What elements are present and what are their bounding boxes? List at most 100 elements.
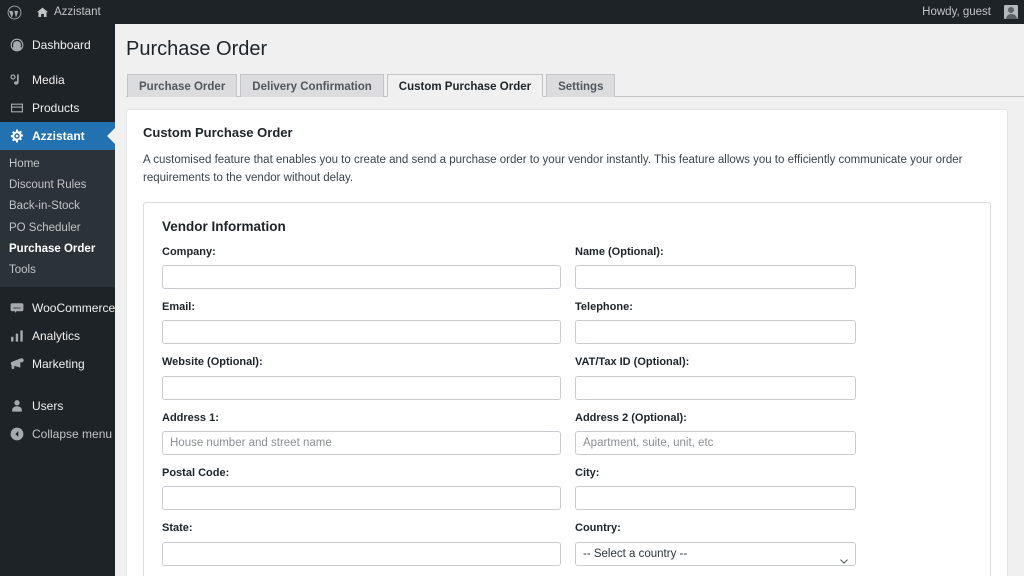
sidebar-item-products[interactable]: Products	[0, 94, 115, 122]
sidebar-item-woocommerce[interactable]: woo WooCommerce	[0, 294, 115, 322]
sidebar-submenu-azzistant: Home Discount Rules Back-in-Stock PO Sch…	[0, 150, 115, 288]
megaphone-icon	[9, 356, 25, 372]
sidebar-item-label: Azzistant	[32, 129, 85, 143]
address-1-label: Address 1:	[162, 411, 219, 424]
admin-bar: Azzistant Howdy, guest	[0, 0, 1024, 24]
svg-text:woo: woo	[13, 305, 21, 310]
name-label: Name (Optional):	[575, 245, 664, 258]
main-content-area: Purchase Order Purchase Order Delivery C…	[115, 24, 1024, 576]
page-title: Purchase Order	[126, 38, 268, 60]
wordpress-logo-icon	[7, 5, 22, 20]
postal-code-input[interactable]	[162, 486, 561, 511]
field-state: State:	[162, 521, 561, 566]
woocommerce-icon: woo	[9, 300, 25, 316]
site-name-menu-item[interactable]: Azzistant	[29, 0, 108, 24]
admin-sidebar-menu: Dashboard Media Products Azzistant Home …	[0, 24, 115, 576]
collapse-menu-button[interactable]: Collapse menu	[0, 420, 115, 448]
field-address-1: Address 1:	[162, 411, 561, 455]
sidebar-subitem-back-in-stock[interactable]: Back-in-Stock	[0, 196, 115, 217]
country-select-wrap: -- Select a country --	[575, 541, 856, 566]
media-icon	[9, 72, 25, 88]
admin-bar-right: Howdy, guest	[915, 0, 1024, 24]
postal-code-label: Postal Code:	[162, 467, 230, 479]
field-name: Name (Optional):	[575, 245, 972, 290]
analytics-bars-icon	[9, 328, 25, 344]
section-title: Vendor Information	[162, 218, 286, 234]
website-label: Website (Optional):	[162, 356, 263, 369]
sidebar-item-label: Media	[32, 73, 65, 87]
sidebar-item-label: Marketing	[32, 357, 85, 372]
sidebar-subitem-po-scheduler[interactable]: PO Scheduler	[0, 217, 115, 238]
dashboard-icon	[9, 37, 25, 53]
field-website: Website (Optional):	[162, 355, 561, 400]
country-select[interactable]: -- Select a country --	[575, 541, 856, 566]
sidebar-item-label: Dashboard	[32, 38, 91, 52]
address-2-label: Address 2 (Optional):	[575, 411, 687, 424]
tab-settings[interactable]: Settings	[546, 74, 616, 97]
collapse-arrow-icon	[9, 426, 25, 442]
website-input[interactable]	[162, 375, 561, 400]
city-label: City:	[575, 467, 600, 479]
avatar[interactable]	[1004, 5, 1018, 19]
field-address-2: Address 2 (Optional):	[575, 411, 972, 455]
howdy-label[interactable]: Howdy, guest	[915, 0, 998, 24]
sidebar-item-marketing[interactable]: Marketing	[0, 350, 115, 378]
address-1-input[interactable]	[162, 431, 561, 455]
name-input[interactable]	[575, 265, 856, 290]
collapse-menu-label: Collapse menu	[32, 427, 113, 442]
card-description: A customised feature that enables you to…	[143, 154, 963, 184]
sidebar-item-dashboard[interactable]: Dashboard	[0, 31, 115, 59]
wp-logo-menu-item[interactable]	[0, 0, 29, 24]
company-label: Company:	[162, 245, 216, 258]
vendor-information-fieldset: Vendor Information Company: Name (Option…	[143, 201, 991, 576]
field-telephone: Telephone:	[575, 300, 972, 345]
sidebar-item-label: Analytics	[32, 329, 81, 344]
products-icon	[9, 100, 25, 116]
email-label: Email:	[162, 301, 196, 314]
sidebar-item-label: WooCommerce	[32, 301, 115, 316]
vat-tax-id-input[interactable]	[575, 375, 856, 400]
sidebar-subitem-home[interactable]: Home	[0, 153, 115, 174]
sidebar-item-analytics[interactable]: Analytics	[0, 322, 115, 350]
city-input[interactable]	[575, 486, 856, 511]
field-postal-code: Postal Code:	[162, 466, 561, 511]
vendor-fields-grid: Company: Name (Optional): Email: Telepho…	[162, 245, 972, 576]
sidebar-item-azzistant[interactable]: Azzistant	[0, 122, 115, 150]
sidebar-subitem-purchase-order[interactable]: Purchase Order	[0, 239, 115, 260]
field-vat-tax-id: VAT/Tax ID (Optional):	[575, 355, 972, 400]
tab-purchase-order[interactable]: Purchase Order	[127, 74, 238, 97]
telephone-input[interactable]	[575, 320, 856, 345]
sidebar-subitem-tools[interactable]: Tools	[0, 260, 115, 281]
site-name-label: Azzistant	[54, 6, 101, 18]
home-icon	[36, 6, 49, 19]
gear-icon	[9, 128, 25, 144]
users-icon	[9, 398, 25, 414]
tab-delivery-confirmation[interactable]: Delivery Confirmation	[240, 74, 384, 97]
state-input[interactable]	[162, 541, 561, 566]
email-input[interactable]	[162, 320, 561, 345]
sidebar-item-label: Products	[32, 101, 80, 115]
field-country: Country: -- Select a country --	[575, 521, 972, 566]
field-company: Company:	[162, 245, 561, 290]
field-email: Email:	[162, 300, 561, 345]
card-title: Custom Purchase Order	[143, 125, 293, 140]
company-input[interactable]	[162, 265, 561, 290]
state-label: State:	[162, 522, 193, 535]
vat-tax-id-label: VAT/Tax ID (Optional):	[575, 356, 690, 369]
sidebar-item-media[interactable]: Media	[0, 66, 115, 94]
address-2-input[interactable]	[575, 431, 856, 455]
country-label: Country:	[575, 522, 621, 535]
telephone-label: Telephone:	[575, 301, 633, 314]
field-city: City:	[575, 466, 972, 511]
tab-custom-purchase-order[interactable]: Custom Purchase Order	[386, 74, 544, 97]
sidebar-top-spacer	[0, 24, 115, 31]
sidebar-subitem-discount-rules[interactable]: Discount Rules	[0, 174, 115, 195]
sidebar-item-label: Users	[32, 399, 64, 414]
tab-bar: Purchase Order Delivery Confirmation Cus…	[126, 70, 1024, 97]
custom-purchase-order-card: Custom Purchase Order A customised featu…	[126, 109, 1008, 576]
sidebar-item-users[interactable]: Users	[0, 392, 115, 420]
